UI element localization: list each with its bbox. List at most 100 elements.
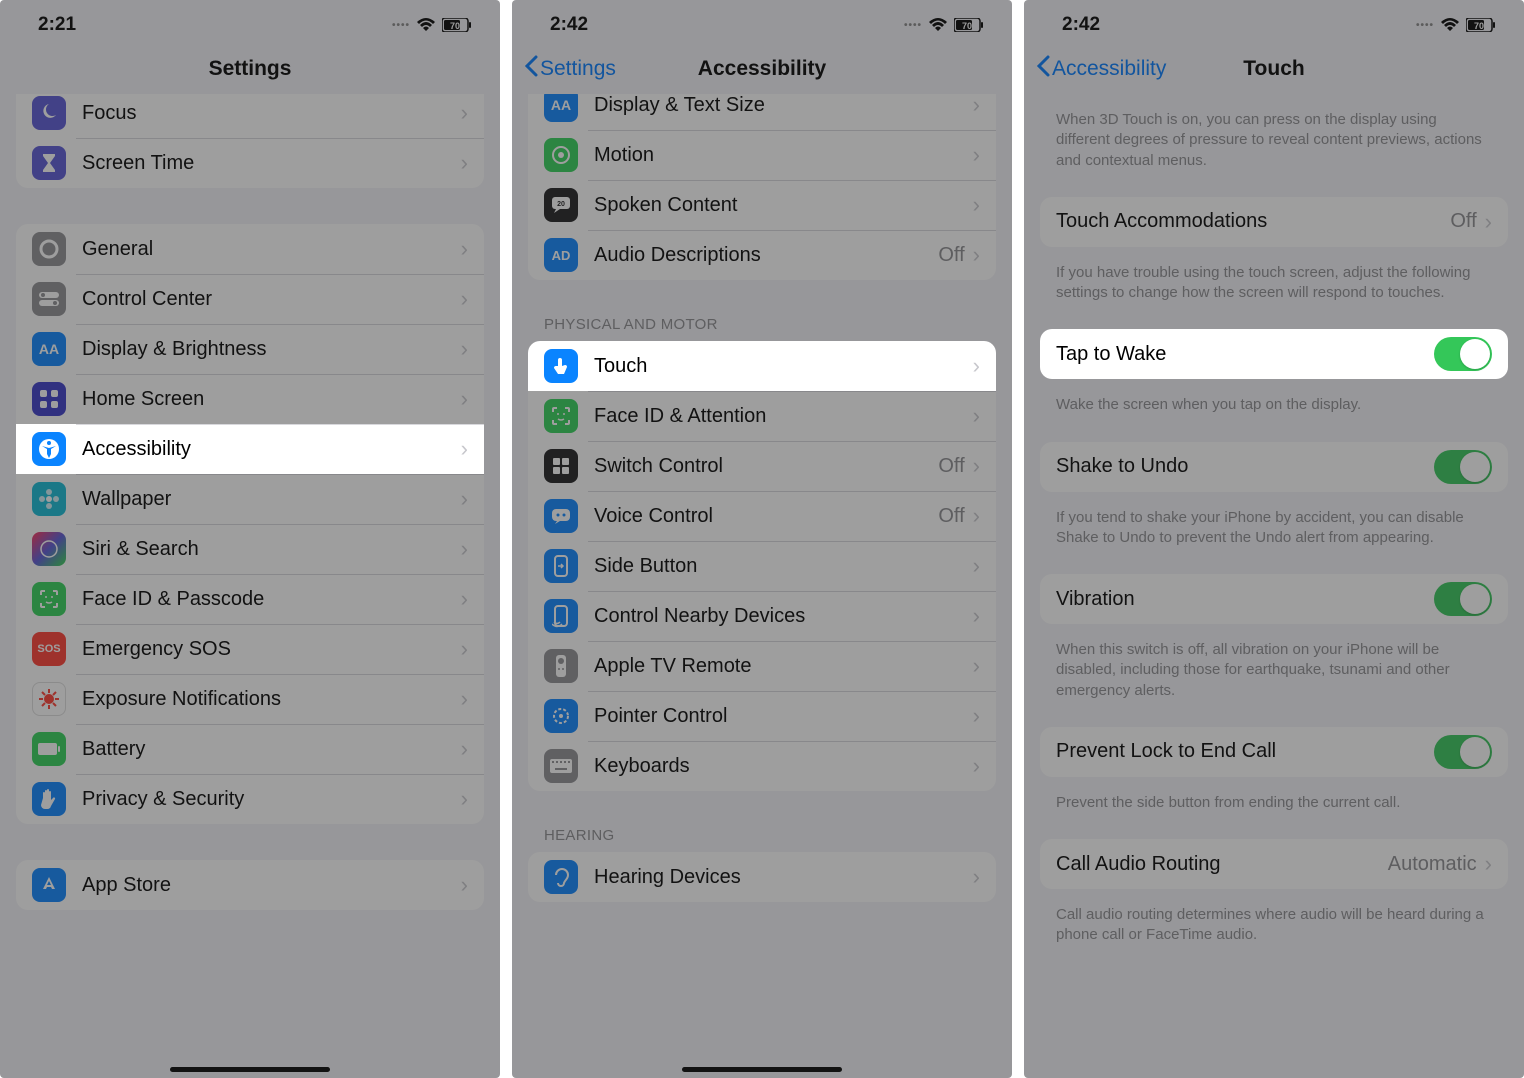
row-exposure-notifications[interactable]: Exposure Notifications ›: [16, 674, 484, 724]
settings-group: Call Audio Routing Automatic ›: [1040, 839, 1508, 889]
chevron-right-icon: ›: [973, 653, 980, 679]
touch-icon: [544, 349, 578, 383]
row-label: Switch Control: [594, 455, 938, 478]
footer-text: When 3D Touch is on, you can press on th…: [1024, 102, 1524, 171]
back-button[interactable]: Settings: [524, 55, 616, 83]
row-label: Home Screen: [82, 388, 461, 411]
row-faceid-attention[interactable]: Face ID & Attention ›: [528, 391, 996, 441]
switch-icon: [544, 449, 578, 483]
faceid-icon: [544, 399, 578, 433]
row-keyboards[interactable]: Keyboards ›: [528, 741, 996, 791]
ad-icon: AD: [544, 238, 578, 272]
row-audio-descriptions[interactable]: AD Audio Descriptions Off ›: [528, 230, 996, 280]
chevron-right-icon: ›: [461, 100, 468, 126]
row-tap-to-wake[interactable]: Tap to Wake: [1040, 329, 1508, 379]
home-indicator[interactable]: [170, 1067, 330, 1072]
chevron-right-icon: ›: [973, 403, 980, 429]
chevron-right-icon: ›: [461, 736, 468, 762]
back-label: Accessibility: [1052, 57, 1166, 81]
row-voice-control[interactable]: Voice Control Off ›: [528, 491, 996, 541]
wifi-icon: [928, 18, 948, 32]
toggle-switch[interactable]: [1434, 450, 1492, 484]
svg-text:70: 70: [962, 21, 972, 31]
row-touch[interactable]: Touch ›: [528, 341, 996, 391]
toggle-switch[interactable]: [1434, 735, 1492, 769]
row-touch-accommodations[interactable]: Touch Accommodations Off ›: [1040, 197, 1508, 247]
row-app-store[interactable]: App Store ›: [16, 860, 484, 910]
screen-touch: 2:42 •••• 70 Accessibility Touch When 3D…: [1024, 0, 1524, 1078]
row-battery[interactable]: Battery ›: [16, 724, 484, 774]
row-label: Accessibility: [82, 438, 461, 461]
row-switch-control[interactable]: Switch Control Off ›: [528, 441, 996, 491]
row-home-screen[interactable]: Home Screen ›: [16, 374, 484, 424]
chevron-right-icon: ›: [973, 503, 980, 529]
row-motion[interactable]: Motion ›: [528, 130, 996, 180]
row-vibration[interactable]: Vibration: [1040, 574, 1508, 624]
ear-icon: [544, 860, 578, 894]
chevron-right-icon: ›: [973, 242, 980, 268]
aa-icon: AA: [544, 94, 578, 122]
appstore-icon: [32, 868, 66, 902]
group-header: PHYSICAL AND MOTOR: [512, 316, 1012, 341]
home-indicator[interactable]: [682, 1067, 842, 1072]
footer-text: Wake the screen when you tap on the disp…: [1024, 387, 1524, 415]
row-display-brightness[interactable]: AA Display & Brightness ›: [16, 324, 484, 374]
row-label: Audio Descriptions: [594, 244, 938, 267]
chevron-right-icon: ›: [973, 94, 980, 118]
gear-icon: [32, 232, 66, 266]
settings-group: App Store ›: [16, 860, 484, 910]
row-call-audio-routing[interactable]: Call Audio Routing Automatic ›: [1040, 839, 1508, 889]
row-prevent-lock-end-call[interactable]: Prevent Lock to End Call: [1040, 727, 1508, 777]
row-focus[interactable]: Focus ›: [16, 94, 484, 138]
cell-dots-icon: ••••: [904, 20, 922, 31]
row-value: Off: [938, 505, 964, 528]
row-emergency-sos[interactable]: SOS Emergency SOS ›: [16, 624, 484, 674]
row-faceid-passcode[interactable]: Face ID & Passcode ›: [16, 574, 484, 624]
row-side-button[interactable]: Side Button ›: [528, 541, 996, 591]
row-general[interactable]: General ›: [16, 224, 484, 274]
chevron-left-icon: [524, 55, 538, 83]
cell-dots-icon: ••••: [392, 20, 410, 31]
chevron-right-icon: ›: [461, 236, 468, 262]
settings-group: AA Display & Text Size › Motion › 20 Spo…: [528, 94, 996, 280]
row-wallpaper[interactable]: Wallpaper ›: [16, 474, 484, 524]
back-button[interactable]: Accessibility: [1036, 55, 1166, 83]
footer-text: Prevent the side button from ending the …: [1024, 785, 1524, 813]
toggle-switch[interactable]: [1434, 582, 1492, 616]
row-siri-search[interactable]: Siri & Search ›: [16, 524, 484, 574]
sos-icon: SOS: [32, 632, 66, 666]
footer-text: When this switch is off, all vibration o…: [1024, 632, 1524, 701]
row-accessibility[interactable]: Accessibility ›: [16, 424, 484, 474]
chevron-right-icon: ›: [461, 386, 468, 412]
touch-settings-list[interactable]: When 3D Touch is on, you can press on th…: [1024, 94, 1524, 1078]
row-hearing-devices[interactable]: Hearing Devices ›: [528, 852, 996, 902]
row-privacy-security[interactable]: Privacy & Security ›: [16, 774, 484, 824]
row-label: Touch Accommodations: [1056, 210, 1450, 233]
nearby-icon: [544, 599, 578, 633]
row-label: Call Audio Routing: [1056, 853, 1388, 876]
row-apple-tv-remote[interactable]: Apple TV Remote ›: [528, 641, 996, 691]
chevron-right-icon: ›: [973, 142, 980, 168]
wifi-icon: [416, 18, 436, 32]
row-display-text-size[interactable]: AA Display & Text Size ›: [528, 94, 996, 130]
row-screen-time[interactable]: Screen Time ›: [16, 138, 484, 188]
row-label: Apple TV Remote: [594, 655, 973, 678]
row-control-nearby[interactable]: Control Nearby Devices ›: [528, 591, 996, 641]
row-shake-to-undo[interactable]: Shake to Undo: [1040, 442, 1508, 492]
wifi-icon: [1440, 18, 1460, 32]
row-pointer-control[interactable]: Pointer Control ›: [528, 691, 996, 741]
row-label: Shake to Undo: [1056, 455, 1434, 478]
row-label: Control Nearby Devices: [594, 605, 973, 628]
bubble-icon: 20: [544, 188, 578, 222]
settings-list[interactable]: Focus › Screen Time › General ›: [0, 94, 500, 1078]
settings-group: Touch Accommodations Off ›: [1040, 197, 1508, 247]
keyboard-icon: [544, 749, 578, 783]
toggle-switch[interactable]: [1434, 337, 1492, 371]
status-bar: 2:21 •••• 70: [0, 0, 500, 42]
accessibility-list[interactable]: AA Display & Text Size › Motion › 20 Spo…: [512, 94, 1012, 1078]
row-control-center[interactable]: Control Center ›: [16, 274, 484, 324]
chevron-right-icon: ›: [973, 192, 980, 218]
row-spoken-content[interactable]: 20 Spoken Content ›: [528, 180, 996, 230]
status-time: 2:21: [38, 14, 76, 36]
row-label: Side Button: [594, 555, 973, 578]
